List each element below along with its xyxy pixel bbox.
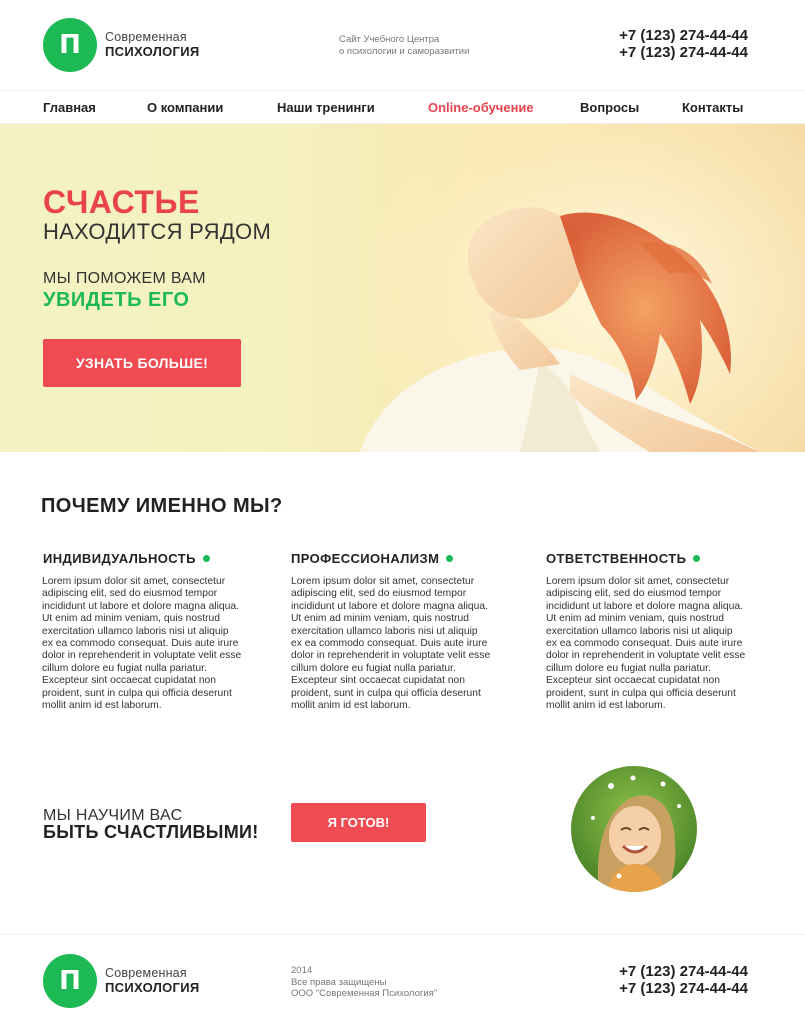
site-footer: П Современная ПСИХОЛОГИЯ 2014 Все права …: [0, 934, 805, 1024]
ready-button[interactable]: Я ГОТОВ!: [291, 803, 426, 842]
feature-text-individuality: Lorem ipsum dolor sit amet, consectetur …: [42, 576, 242, 712]
feature-text-responsibility: Lorem ipsum dolor sit amet, consectetur …: [546, 576, 746, 712]
hero-banner: СЧАСТЬЕ НАХОДИТСЯ РЯДОМ МЫ ПОМОЖЕМ ВАМ У…: [0, 124, 805, 452]
header-phone-2[interactable]: +7 (123) 274-44-44: [619, 44, 748, 61]
footer-company: ООО "Современная Психология": [291, 988, 438, 999]
tagline-line2: о психологии и саморазвитии: [339, 46, 470, 57]
girl-photo-illustration: [571, 766, 697, 892]
footer-logo-name-line2: ПСИХОЛОГИЯ: [105, 980, 200, 995]
footer-phone-1[interactable]: +7 (123) 274-44-44: [619, 963, 748, 980]
why-us-title: ПОЧЕМУ ИМЕННО МЫ?: [41, 495, 283, 517]
feature-title-individuality: ИНДИВИДУАЛЬНОСТЬ: [43, 551, 210, 566]
footer-copyright: 2014 Все права защищены ООО "Современная…: [291, 965, 437, 1000]
site-header: П Современная ПСИХОЛОГИЯ Сайт Учебного Ц…: [0, 0, 805, 90]
feature-title-text: ИНДИВИДУАЛЬНОСТЬ: [43, 551, 196, 566]
footer-logo-name-line1: Современная: [105, 966, 187, 980]
nav-item-about[interactable]: О компании: [147, 100, 223, 115]
green-dot-icon: [446, 555, 454, 563]
footer-phone-2[interactable]: +7 (123) 274-44-44: [619, 980, 748, 997]
hero-title-sub: НАХОДИТСЯ РЯДОМ: [43, 219, 272, 244]
hero-woman-image: [360, 207, 760, 452]
hero-title-main: СЧАСТЬЕ: [43, 184, 200, 220]
hero-subtitle-line2: УВИДЕТЬ ЕГО: [43, 289, 190, 311]
cta-text-line2: БЫТЬ СЧАСТЛИВЫМИ!: [43, 822, 259, 842]
logo-name-line1: Современная: [105, 30, 187, 44]
tagline-line1: Сайт Учебного Центра: [339, 34, 440, 45]
header-tagline: Сайт Учебного Центра о психологии и само…: [339, 34, 469, 58]
main-nav: Главная О компании Наши тренинги Online-…: [0, 90, 805, 124]
footer-logo-icon[interactable]: П: [43, 954, 97, 1008]
feature-title-text: ПРОФЕССИОНАЛИЗМ: [291, 551, 440, 566]
nav-item-home[interactable]: Главная: [43, 100, 96, 115]
nav-item-trainings[interactable]: Наши тренинги: [277, 100, 375, 115]
header-phones: +7 (123) 274-44-44 +7 (123) 274-44-44: [619, 27, 748, 61]
footer-phones: +7 (123) 274-44-44 +7 (123) 274-44-44: [619, 963, 748, 997]
hero-subtitle-line1: МЫ ПОМОЖЕМ ВАМ: [43, 270, 206, 287]
learn-more-button[interactable]: УЗНАТЬ БОЛЬШЕ!: [43, 339, 241, 387]
nav-item-contacts[interactable]: Контакты: [682, 100, 743, 115]
green-dot-icon: [202, 555, 210, 563]
happy-girl-image: [571, 766, 697, 892]
logo-name-line2: ПСИХОЛОГИЯ: [105, 44, 200, 59]
feature-title-text: ОТВЕТСТВЕННОСТЬ: [546, 551, 687, 566]
feature-title-responsibility: ОТВЕТСТВЕННОСТЬ: [546, 551, 701, 566]
green-dot-icon: [693, 555, 701, 563]
nav-item-questions[interactable]: Вопросы: [580, 100, 639, 115]
nav-item-online[interactable]: Online-обучение: [428, 100, 534, 115]
header-phone-1[interactable]: +7 (123) 274-44-44: [619, 27, 748, 44]
footer-rights: Все права защищены: [291, 976, 387, 988]
footer-year: 2014: [291, 965, 313, 976]
logo-icon[interactable]: П: [43, 18, 97, 72]
feature-text-professionalism: Lorem ipsum dolor sit amet, consectetur …: [291, 576, 491, 712]
feature-title-professionalism: ПРОФЕССИОНАЛИЗМ: [291, 551, 454, 566]
